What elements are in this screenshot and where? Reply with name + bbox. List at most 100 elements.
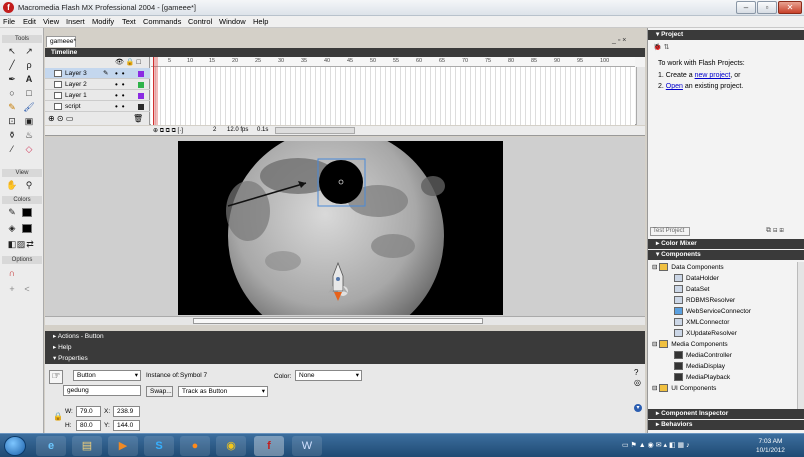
menu-control[interactable]: Control xyxy=(188,17,212,26)
height-input[interactable]: 80.0 xyxy=(76,420,101,431)
fill-transform-tool-icon[interactable]: ▣ xyxy=(22,115,36,127)
menu-help[interactable]: Help xyxy=(253,17,268,26)
width-input[interactable]: 79.0 xyxy=(76,406,101,417)
pen-tool-icon[interactable]: ✒ xyxy=(5,73,19,85)
tree-item[interactable]: DataHolder xyxy=(652,273,797,284)
tree-item[interactable]: DataSet xyxy=(652,284,797,295)
paint-bucket-tool-icon[interactable]: ♨ xyxy=(22,129,36,141)
word-icon[interactable]: W xyxy=(292,436,322,456)
behaviors-header[interactable]: ▸ Behaviors xyxy=(648,420,804,430)
layer-state-dots[interactable]: •• xyxy=(115,68,129,79)
system-tray-icons[interactable]: ▭ ⚑ ▲ ◉ ✉ ▴ ◧ ▦ ♪ xyxy=(622,441,690,449)
media-player-icon[interactable]: ▶ xyxy=(108,436,138,456)
tree-group[interactable]: ⊟ Data Components xyxy=(652,262,797,273)
open-project-link[interactable]: Open xyxy=(666,83,683,90)
options-icon[interactable]: ◎ xyxy=(634,378,641,387)
help-panel-bar[interactable]: ▸ Help xyxy=(45,342,645,353)
skype-icon[interactable]: S xyxy=(144,436,174,456)
brush-tool-icon[interactable]: 🖌 xyxy=(22,101,36,113)
tree-group[interactable]: ⊟ Media Components xyxy=(652,339,797,350)
arrow-tool-icon[interactable]: ↖ xyxy=(5,45,19,57)
layer-row[interactable]: Layer 1 •• xyxy=(45,90,150,101)
frame-grid[interactable]: 5 10 15 20 25 30 35 40 45 50 55 60 65 70… xyxy=(151,57,635,125)
flash-app-icon[interactable]: f xyxy=(3,2,14,13)
free-transform-tool-icon[interactable]: ⊡ xyxy=(5,115,19,127)
tree-item[interactable]: XMLConnector xyxy=(652,317,797,328)
project-panel-header[interactable]: ▾ Project xyxy=(648,30,804,40)
symbol-type-select[interactable]: Button ▾ xyxy=(73,370,141,381)
snap-magnet-icon[interactable]: ∩ xyxy=(5,267,19,279)
rectangle-tool-icon[interactable]: □ xyxy=(22,87,36,99)
selected-button-symbol[interactable] xyxy=(319,160,363,204)
menu-edit[interactable]: Edit xyxy=(23,17,36,26)
zoom-tool-icon[interactable]: ⚲ xyxy=(22,179,36,191)
smooth-option-icon[interactable]: + xyxy=(5,283,19,295)
taskbar-clock[interactable]: 7:03 AM 10/1/2012 xyxy=(756,437,785,455)
oval-tool-icon[interactable]: ○ xyxy=(5,87,19,99)
tree-item[interactable]: RDBMSResolver xyxy=(652,295,797,306)
frame-ruler[interactable]: 5 10 15 20 25 30 35 40 45 50 55 60 65 70… xyxy=(151,57,635,67)
timeline-hscroll[interactable] xyxy=(275,127,355,134)
ink-bottle-tool-icon[interactable]: ⚱ xyxy=(5,129,19,141)
fill-color-swatch[interactable] xyxy=(22,224,32,233)
y-input[interactable]: 144.0 xyxy=(113,420,140,431)
timeline-vscroll[interactable] xyxy=(636,67,645,125)
layer-color-swatch[interactable] xyxy=(138,93,144,99)
layer-color-swatch[interactable] xyxy=(138,104,144,110)
center-frame-icon[interactable]: ⊕ ⧉ ⧉ ⧉ [·] xyxy=(153,127,183,135)
layer-row[interactable]: Layer 2 •• xyxy=(45,79,150,90)
color-effect-select[interactable]: None ▾ xyxy=(295,370,362,381)
start-button[interactable] xyxy=(4,436,26,456)
project-toolbar-icons[interactable]: 🐞 ⇅ xyxy=(653,43,670,51)
layer-row[interactable]: Layer 3 ✎ •• xyxy=(45,68,150,79)
fill-color-icon[interactable]: ◈ xyxy=(5,222,19,234)
component-inspector-header[interactable]: ▸ Component Inspector xyxy=(648,409,804,419)
tree-item[interactable]: WebServiceConnector xyxy=(652,306,797,317)
tree-item[interactable]: MediaDisplay xyxy=(652,361,797,372)
x-input[interactable]: 238.9 xyxy=(113,406,140,417)
layer-state-dots[interactable]: •• xyxy=(115,101,129,112)
scroll-thumb[interactable] xyxy=(193,318,483,324)
minimize-button[interactable]: – xyxy=(736,1,756,14)
trash-icon[interactable]: 🗑 xyxy=(133,114,143,123)
pencil-tool-icon[interactable]: ✎ xyxy=(5,101,19,113)
test-project-button[interactable]: Test Project xyxy=(650,227,690,236)
flash-taskbar-icon[interactable]: f xyxy=(254,436,284,456)
instance-name-input[interactable]: gedung xyxy=(63,385,141,396)
add-layer-icon[interactable]: ⊕ ⊙ ▭ xyxy=(48,114,73,123)
internet-explorer-icon[interactable]: e xyxy=(36,436,66,456)
layer-color-swatch[interactable] xyxy=(138,82,144,88)
actions-panel-bar[interactable]: ▸ Actions - Button xyxy=(45,331,645,342)
components-scrollbar[interactable] xyxy=(797,262,804,412)
components-header[interactable]: ▾ Components xyxy=(648,250,804,260)
layer-visibility-icons[interactable]: 👁 🔒 □ xyxy=(115,58,141,66)
help-icon[interactable]: ? xyxy=(634,368,638,377)
project-action-icons[interactable]: ⧉ ⊟ ⊞ xyxy=(766,227,784,235)
chrome-icon[interactable]: ◉ xyxy=(216,436,246,456)
text-tool-icon[interactable]: A xyxy=(22,73,36,85)
lock-icon[interactable]: 🔒 xyxy=(53,412,63,421)
eyedropper-tool-icon[interactable]: ⁄ xyxy=(5,143,19,155)
menu-modify[interactable]: Modify xyxy=(92,17,114,26)
menu-file[interactable]: File xyxy=(3,17,15,26)
swap-button[interactable]: Swap... xyxy=(146,386,173,397)
line-tool-icon[interactable]: ╱ xyxy=(5,59,19,71)
timeline-header[interactable]: Timeline xyxy=(45,48,645,57)
tree-item[interactable]: MediaController xyxy=(652,350,797,361)
eraser-tool-icon[interactable]: ◇ xyxy=(22,143,36,155)
stroke-color-icon[interactable]: ✎ xyxy=(5,206,19,218)
menu-insert[interactable]: Insert xyxy=(66,17,85,26)
document-window-controls[interactable]: _ ▫ × xyxy=(612,37,626,44)
tree-group[interactable]: ⊟ UI Components xyxy=(652,383,797,394)
layer-state-dots[interactable]: •• xyxy=(115,79,129,90)
stage-hscroll[interactable] xyxy=(45,316,645,325)
menu-window[interactable]: Window xyxy=(219,17,246,26)
document-tab[interactable]: gameee* xyxy=(46,36,76,47)
properties-panel-bar[interactable]: ▾ Properties xyxy=(45,353,645,364)
track-select[interactable]: Track as Button ▾ xyxy=(178,386,268,397)
playhead[interactable] xyxy=(153,57,158,125)
menu-commands[interactable]: Commands xyxy=(143,17,181,26)
layer-state-dots[interactable]: •• xyxy=(115,90,129,101)
menu-text[interactable]: Text xyxy=(122,17,136,26)
maximize-button[interactable]: ▫ xyxy=(757,1,777,14)
